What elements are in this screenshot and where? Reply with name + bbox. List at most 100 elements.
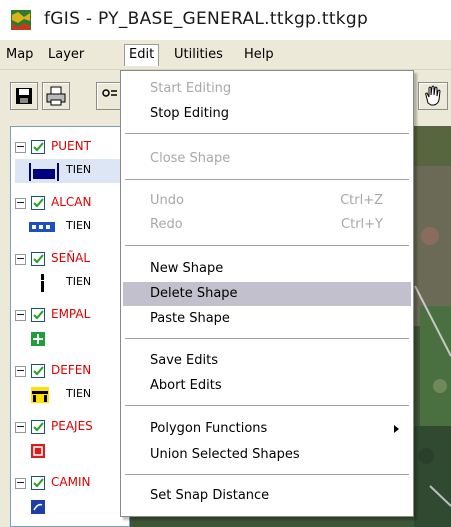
menu-item-label: Save Edits [150,353,218,368]
layer-visibility-checkbox[interactable] [31,308,45,322]
layer-row[interactable]: − DEFEN TIEN [11,357,131,413]
guardrail-symbol-icon [31,387,49,403]
menu-item-label: Redo [150,217,183,232]
layer-sub-label: TIEN [66,275,92,288]
menu-separator [125,474,409,475]
menu-item-paste-shape[interactable]: Paste Shape [123,307,411,331]
menu-map[interactable]: Map [2,44,37,66]
menu-item-label: Start Editing [150,81,232,96]
menu-item-set-snap-distance[interactable]: Set Snap Distance [123,484,411,508]
menu-item-close-shape[interactable]: Close Shape [123,147,411,171]
layer-name: DEFEN [51,363,92,377]
collapse-toggle[interactable]: − [15,477,26,489]
layer-visibility-checkbox[interactable] [31,140,45,154]
layer-name: EMPAL [51,307,91,321]
menu-item-union-selected-shapes[interactable]: Union Selected Shapes [123,443,411,467]
edit-menu-dropdown: Start Editing Stop Editing Close Shape U… [120,70,414,517]
layer-row[interactable]: − EMPAL [11,301,131,357]
checkmark-icon [33,198,44,208]
menu-separator [125,179,409,180]
save-icon [16,88,32,104]
menu-separator [125,245,409,246]
sign-symbol-icon [41,274,44,292]
layer-row[interactable]: − PUENT TIEN [11,133,131,189]
menu-separator [125,405,409,406]
collapse-toggle[interactable]: − [15,365,26,377]
layer-legend: − PUENT TIEN − ALCAN TIEN − SEÑAL TIEN −… [10,126,131,527]
menu-utilities[interactable]: Utilities [170,44,227,66]
window-title: fGIS - PY_BASE_GENERAL.ttkgp.ttkgp [44,9,369,29]
bridge-symbol-icon [29,163,59,181]
menu-item-delete-shape[interactable]: Delete Shape [123,282,411,306]
print-icon [46,86,66,106]
pan-button[interactable] [418,82,448,110]
save-button[interactable] [10,82,38,110]
collapse-toggle[interactable]: − [15,253,26,265]
layer-row[interactable]: − SEÑAL TIEN [11,245,131,301]
menu-item-abort-edits[interactable]: Abort Edits [123,374,411,398]
layer-visibility-checkbox[interactable] [31,476,45,490]
collapse-toggle[interactable]: − [15,141,26,153]
add-layer-icon [102,89,117,97]
menu-item-start-editing[interactable]: Start Editing [123,77,411,101]
menu-item-label: Set Snap Distance [150,488,270,503]
culvert-symbol-icon [29,222,55,232]
checkmark-icon [33,478,44,488]
layer-sub-label: TIEN [66,219,92,232]
print-button[interactable] [42,82,70,110]
menu-item-label: Paste Shape [150,311,230,326]
submenu-arrow-icon [394,425,399,433]
layer-name: PEAJES [51,419,93,433]
menu-item-label: Stop Editing [150,106,229,121]
checkmark-icon [33,366,44,376]
layer-name: PUENT [51,139,91,153]
menu-item-save-edits[interactable]: Save Edits [123,349,411,373]
add-layer-button[interactable] [96,82,122,110]
menu-item-label: Abort Edits [150,378,222,393]
toll-symbol-icon [31,444,45,458]
menu-item-stop-editing[interactable]: Stop Editing [123,102,411,126]
layer-name: CAMIN [51,475,91,489]
collapse-toggle[interactable]: − [15,309,26,321]
menu-item-label: Union Selected Shapes [150,447,300,462]
menu-item-new-shape[interactable]: New Shape [123,257,411,281]
menu-item-label: Undo [150,193,184,208]
menu-separator [125,338,409,339]
layer-sub-label: TIEN [66,163,92,176]
shortcut-label: Ctrl+Y [341,217,383,232]
junction-symbol-icon [31,332,45,346]
menu-layer[interactable]: Layer [44,44,88,66]
checkmark-icon [33,422,44,432]
layer-name: SEÑAL [51,251,91,265]
checkmark-icon [33,142,44,152]
collapse-toggle[interactable]: − [15,421,26,433]
layer-sub-label: TIEN [66,387,92,400]
checkmark-icon [33,254,44,264]
menu-item-label: Delete Shape [150,286,238,301]
collapse-toggle[interactable]: − [15,197,26,209]
checkmark-icon [33,310,44,320]
menu-item-label: Close Shape [150,151,231,166]
layer-visibility-checkbox[interactable] [31,252,45,266]
menu-edit[interactable]: Edit [124,44,160,66]
layer-row[interactable]: − PEAJES [11,413,131,469]
layer-visibility-checkbox[interactable] [31,364,45,378]
road-symbol-icon [31,500,45,514]
layer-visibility-checkbox[interactable] [31,196,45,210]
menu-help[interactable]: Help [240,44,278,66]
layer-row[interactable]: − ALCAN TIEN [11,189,131,245]
menu-item-polygon-functions[interactable]: Polygon Functions [123,417,411,441]
menu-item-undo[interactable]: Undo Ctrl+Z [123,189,411,213]
menu-item-redo[interactable]: Redo Ctrl+Y [123,213,411,237]
menu-bar: Map Layer Edit Utilities Help [0,40,451,70]
title-bar: fGIS - PY_BASE_GENERAL.ttkgp.ttkgp [0,0,451,40]
layer-name: ALCAN [51,195,92,209]
menu-item-label: New Shape [150,261,224,276]
pan-hand-icon [425,85,441,106]
menu-item-label: Polygon Functions [150,421,268,436]
menu-separator [125,133,409,134]
layer-row[interactable]: − CAMIN [11,469,131,525]
layer-visibility-checkbox[interactable] [31,420,45,434]
fgis-globe-icon [11,10,31,30]
shortcut-label: Ctrl+Z [340,193,383,208]
